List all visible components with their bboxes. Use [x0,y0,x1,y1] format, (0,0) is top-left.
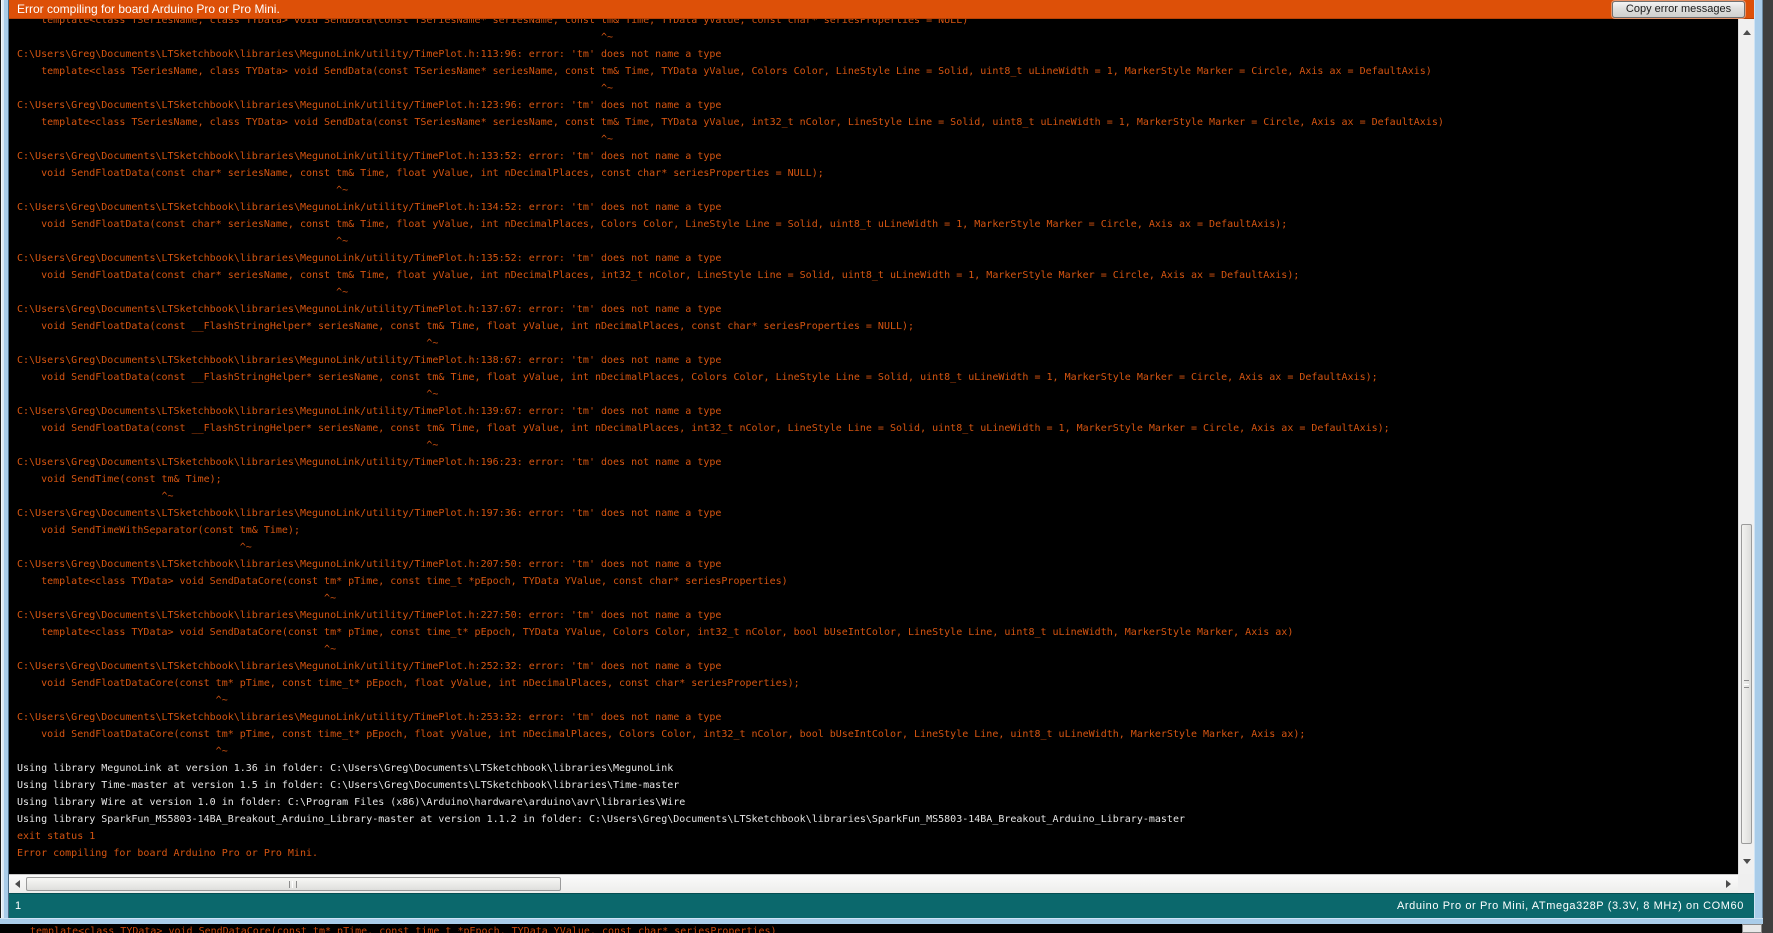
scroll-up-arrow-icon[interactable] [1739,25,1755,41]
console-line: ^~ [17,32,614,43]
console-line: exit status 1 [17,831,96,842]
console-line: void SendFloatData(const __FlashStringHe… [17,423,1390,434]
background-clipped-console-line: template<class TYData> void SendDataCore… [30,926,777,933]
console-line: template<class TYData> void SendDataCore… [17,627,1294,638]
copy-error-messages-button[interactable]: Copy error messages [1612,1,1745,18]
console-line: C:\Users\Greg\Documents\LTSketchbook\lib… [17,151,722,162]
console-line: Error compiling for board Arduino Pro or… [17,848,319,859]
console-line: ^~ [17,746,228,757]
console-line: C:\Users\Greg\Documents\LTSketchbook\lib… [17,559,722,570]
console-line: void SendFloatData(const char* seriesNam… [17,168,824,179]
console-line: C:\Users\Greg\Documents\LTSketchbook\lib… [17,610,722,621]
console-line: C:\Users\Greg\Documents\LTSketchbook\lib… [17,406,722,417]
console-line: template<class TSeriesName, class TYData… [17,66,1432,77]
console-line: Using library Time-master at version 1.5… [17,780,680,791]
console-line: void SendFloatDataCore(const tm* pTime, … [17,678,800,689]
scrollbar-corner [1738,874,1754,893]
console-line: void SendTimeWithSeparator(const tm& Tim… [17,525,300,536]
vertical-scrollbar[interactable] [1738,19,1754,874]
console-line: C:\Users\Greg\Documents\LTSketchbook\lib… [17,100,722,111]
console-line: Using library SparkFun_MS5803-14BA_Break… [17,814,1185,825]
error-banner: Error compiling for board Arduino Pro or… [9,0,1754,19]
status-bar: 1 Arduino Pro or Pro Mini, ATmega328P (3… [9,893,1754,918]
console-line: ^~ [17,287,349,298]
console-line: Using library Wire at version 1.0 in fol… [17,797,686,808]
scroll-left-arrow-icon[interactable] [11,877,26,892]
horizontal-scrollbar-thumb[interactable] [26,877,561,891]
console-line: ^~ [17,644,337,655]
background-window-scrollbar-fragment [1742,924,1762,933]
console-line: template<class TSeriesName, class TYData… [17,19,969,26]
console-output[interactable]: template<class TSeriesName, class TYData… [9,19,1738,874]
console-line: void SendFloatData(const char* seriesNam… [17,270,1300,281]
console-line: ^~ [17,440,439,451]
console-line: C:\Users\Greg\Documents\LTSketchbook\lib… [17,49,722,60]
window-left-border [0,0,9,924]
console-line: ^~ [17,185,349,196]
console-line: void SendFloatData(const char* seriesNam… [17,219,1288,230]
console-line: C:\Users\Greg\Documents\LTSketchbook\lib… [17,508,722,519]
console-line: C:\Users\Greg\Documents\LTSketchbook\lib… [17,253,722,264]
console-line: C:\Users\Greg\Documents\LTSketchbook\lib… [17,457,722,468]
status-line-number: 1 [15,900,22,912]
scrollbar-grip-icon [1744,680,1749,688]
console-line: C:\Users\Greg\Documents\LTSketchbook\lib… [17,355,722,366]
console-line: ^~ [17,491,174,502]
console-line: C:\Users\Greg\Documents\LTSketchbook\lib… [17,304,722,315]
scroll-down-arrow-icon[interactable] [1739,854,1755,870]
error-banner-title: Error compiling for board Arduino Pro or… [17,2,280,16]
console-line: void SendFloatData(const __FlashStringHe… [17,321,915,332]
console-line: C:\Users\Greg\Documents\LTSketchbook\lib… [17,202,722,213]
arduino-error-console-window: Error compiling for board Arduino Pro or… [0,0,1773,933]
console-line: ^~ [17,593,337,604]
console-text: template<class TSeriesName, class TYData… [9,19,1738,862]
console-line: ^~ [17,542,252,553]
console-line: void SendFloatDataCore(const tm* pTime, … [17,729,1306,740]
console-line: void SendTime(const tm& Time); [17,474,222,485]
console-line: void SendFloatData(const __FlashStringHe… [17,372,1378,383]
console-line: C:\Users\Greg\Documents\LTSketchbook\lib… [17,712,722,723]
console-line: ^~ [17,236,349,247]
status-board-info: Arduino Pro or Pro Mini, ATmega328P (3.3… [1396,900,1744,912]
vertical-scrollbar-thumb[interactable] [1741,524,1752,844]
console-line: ^~ [17,338,439,349]
console-line: ^~ [17,389,439,400]
console-line: Using library MegunoLink at version 1.36… [17,763,674,774]
background-window-strip: template<class TYData> void SendDataCore… [0,924,1742,933]
window-right-border [1754,0,1763,924]
scroll-right-arrow-icon[interactable] [1721,877,1736,892]
console-line: ^~ [17,83,614,94]
console-line: template<class TSeriesName, class TYData… [17,117,1444,128]
console-line: template<class TYData> void SendDataCore… [17,576,788,587]
console-line: ^~ [17,134,614,145]
console-line: C:\Users\Greg\Documents\LTSketchbook\lib… [17,661,722,672]
console-line: ^~ [17,695,228,706]
scrollbar-grip-icon [288,881,297,888]
horizontal-scrollbar[interactable] [9,874,1738,893]
